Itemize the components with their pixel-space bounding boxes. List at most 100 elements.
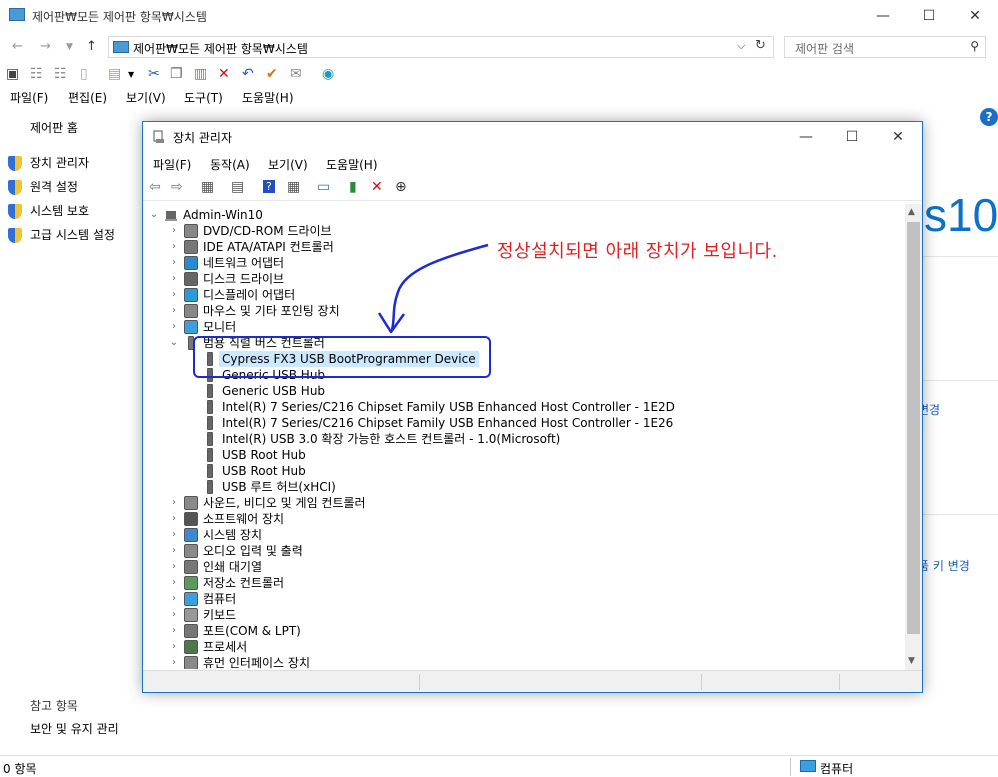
menu-help[interactable]: 도움말(H) — [242, 89, 294, 106]
address-dropdown-icon[interactable]: ⌵ — [737, 39, 745, 53]
back-arrow-icon[interactable]: ← — [12, 39, 23, 54]
forward-arrow-icon[interactable]: ⇨ — [171, 179, 183, 195]
view-icon[interactable]: ▦ — [287, 179, 300, 195]
minimize-button[interactable]: — — [860, 0, 906, 32]
properties-icon[interactable]: ▦ — [201, 179, 214, 195]
delete-icon[interactable]: ✕ — [218, 66, 230, 82]
change-product-key-link[interactable]: 품 키 변경 — [918, 557, 970, 574]
paste-icon[interactable]: ▥ — [194, 66, 207, 82]
divider — [922, 514, 998, 515]
security-maintenance-link[interactable]: 보안 및 유지 관리 — [30, 720, 119, 737]
globe-icon[interactable]: ◉ — [322, 66, 334, 82]
collapse-chevron-icon[interactable]: ⌄ — [168, 335, 180, 351]
device-category-icon — [184, 656, 198, 669]
scroll-down-icon[interactable]: ▼ — [908, 656, 915, 666]
maximize-button[interactable]: ☐ — [906, 0, 952, 32]
sidebar-item-advanced-settings[interactable]: 고급 시스템 설정 — [8, 226, 115, 243]
dm-menu-help[interactable]: 도움말(H) — [326, 156, 378, 173]
menu-file[interactable]: 파일(F) — [10, 89, 48, 106]
forward-arrow-icon[interactable]: → — [40, 39, 51, 54]
folder-dropdown-icon[interactable]: ▼ — [128, 70, 134, 79]
menu-tools[interactable]: 도구(T) — [184, 89, 223, 106]
up-arrow-icon[interactable]: ↑ — [86, 39, 97, 54]
back-arrow-icon[interactable]: ⇦ — [149, 179, 161, 195]
help-icon[interactable]: ? — [263, 180, 275, 193]
scroll-up-icon[interactable]: ▲ — [908, 207, 915, 217]
tree-item-label: Intel(R) USB 3.0 확장 가능한 호스트 컨트롤러 - 1.0(M… — [222, 432, 561, 446]
update-driver-icon[interactable]: ▮ — [349, 179, 357, 195]
help-icon[interactable]: ? — [980, 108, 998, 126]
dm-close-button[interactable]: ✕ — [875, 122, 921, 152]
expand-chevron-icon[interactable]: › — [168, 271, 180, 287]
expand-chevron-icon[interactable]: › — [168, 255, 180, 271]
recent-chevron-icon[interactable]: ▼ — [66, 42, 73, 52]
cut-icon[interactable]: ✂ — [148, 66, 160, 82]
list-view-icon[interactable]: ☷ — [54, 66, 67, 82]
tree-root-label: Admin-Win10 — [183, 208, 263, 222]
download-icon[interactable]: ⊕ — [395, 179, 407, 195]
search-placeholder: 제어판 검색 — [795, 42, 855, 56]
usb-device-icon — [207, 416, 213, 430]
search-icon[interactable]: ⚲ — [970, 39, 979, 53]
copy-icon[interactable]: ❐ — [170, 66, 183, 82]
cp-home-link[interactable]: 제어판 홈 — [30, 119, 78, 136]
device-category-icon — [184, 640, 198, 654]
tree-item-label: 마우스 및 기타 포인팅 장치 — [203, 304, 340, 318]
menu-view[interactable]: 보기(V) — [126, 89, 166, 106]
details-view-icon[interactable]: ☷ — [30, 66, 43, 82]
tree-item-label: DVD/CD-ROM 드라이브 — [203, 224, 332, 238]
annotation-note: 정상설치되면 아래 장치가 보입니다. — [497, 241, 778, 262]
expand-chevron-icon[interactable]: › — [168, 623, 180, 639]
expand-chevron-icon[interactable]: › — [168, 591, 180, 607]
folder-icon[interactable]: ▤ — [108, 66, 121, 82]
expand-chevron-icon[interactable]: › — [168, 527, 180, 543]
address-bar[interactable]: 제어판₩모든 제어판 항목₩시스템 ⌵ ↻ — [108, 36, 774, 58]
expand-chevron-icon[interactable]: › — [168, 319, 180, 335]
dm-minimize-button[interactable]: — — [783, 122, 829, 152]
expand-chevron-icon[interactable]: › — [168, 239, 180, 255]
layout-icon[interactable]: ▣ — [6, 66, 19, 82]
dm-menu-action[interactable]: 동작(A) — [210, 156, 250, 173]
search-input[interactable]: 제어판 검색 ⚲ — [784, 36, 986, 58]
page-icon[interactable]: ▯ — [80, 66, 88, 82]
shield-icon — [8, 156, 22, 171]
expand-chevron-icon[interactable]: › — [168, 559, 180, 575]
collapse-chevron-icon[interactable]: ⌄ — [148, 207, 160, 223]
expand-chevron-icon[interactable]: › — [168, 303, 180, 319]
expand-chevron-icon[interactable]: › — [168, 287, 180, 303]
expand-chevron-icon[interactable]: › — [168, 655, 180, 669]
device-category-icon — [184, 496, 198, 510]
dm-menu-view[interactable]: 보기(V) — [268, 156, 308, 173]
expand-chevron-icon[interactable]: › — [168, 575, 180, 591]
sidebar-item-system-protection[interactable]: 시스템 보호 — [8, 202, 89, 219]
tree-item-label: USB Root Hub — [222, 464, 306, 478]
dm-menu-file[interactable]: 파일(F) — [153, 156, 191, 173]
device-category-icon — [184, 512, 198, 526]
document-icon[interactable]: ▤ — [231, 179, 244, 195]
refresh-icon[interactable]: ↻ — [755, 38, 766, 53]
sidebar-item-device-manager[interactable]: 장치 관리자 — [8, 154, 89, 171]
expand-chevron-icon[interactable]: › — [168, 511, 180, 527]
device-category-icon — [184, 224, 198, 238]
mail-icon[interactable]: ✉ — [290, 66, 302, 82]
usb-device-icon — [207, 464, 213, 478]
expand-chevron-icon[interactable]: › — [168, 223, 180, 239]
dm-maximize-button[interactable]: ☐ — [829, 122, 875, 152]
vertical-scrollbar[interactable]: ▲ ▼ — [905, 204, 922, 670]
expand-chevron-icon[interactable]: › — [168, 639, 180, 655]
uninstall-icon[interactable]: ✕ — [371, 179, 383, 195]
expand-chevron-icon[interactable]: › — [168, 543, 180, 559]
cp-menubar: 파일(F) 편집(E) 보기(V) 도구(T) 도움말(H) — [0, 88, 998, 108]
divider — [790, 758, 791, 776]
scan-monitor-icon[interactable]: ▭ — [317, 179, 330, 195]
expand-chevron-icon[interactable]: › — [168, 495, 180, 511]
sidebar-item-remote-settings[interactable]: 원격 설정 — [8, 178, 78, 195]
status-segment — [419, 674, 420, 690]
scrollbar-thumb[interactable] — [907, 222, 920, 634]
undo-icon[interactable]: ↶ — [242, 66, 254, 82]
expand-chevron-icon[interactable]: › — [168, 607, 180, 623]
menu-edit[interactable]: 편집(E) — [68, 89, 107, 106]
close-button[interactable]: ✕ — [952, 0, 998, 32]
device-category-icon — [184, 256, 198, 270]
check-icon[interactable]: ✔ — [266, 66, 278, 82]
